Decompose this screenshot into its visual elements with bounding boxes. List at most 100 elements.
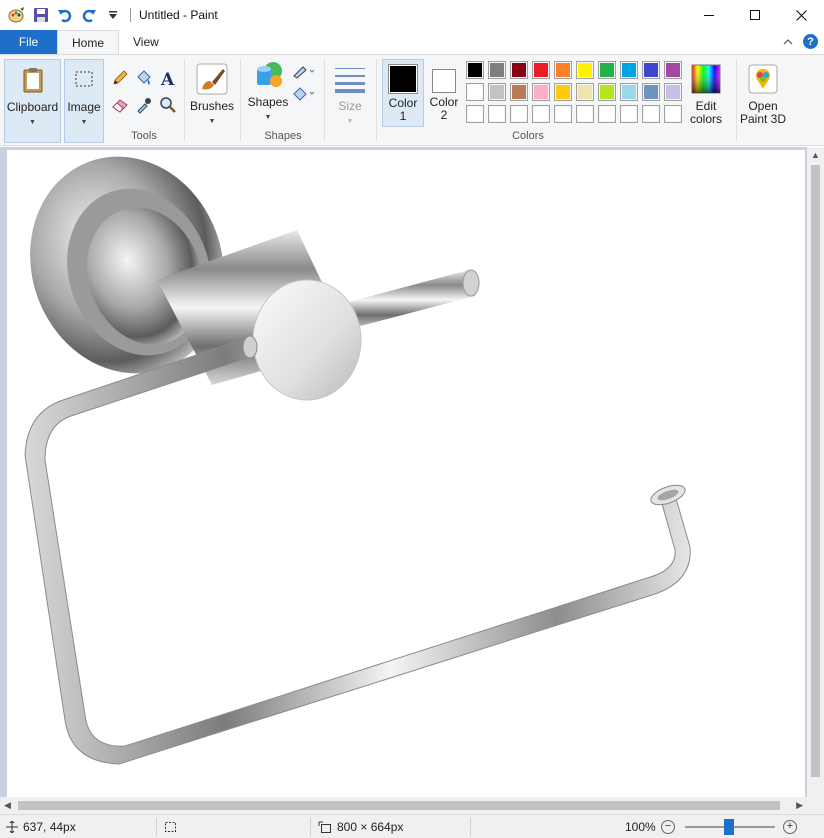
color2-button[interactable]: Color 2 [426, 59, 462, 127]
palette-swatch-color [644, 107, 658, 121]
palette-swatch[interactable] [620, 105, 638, 123]
shape-fill-icon[interactable] [290, 83, 318, 103]
close-icon [795, 9, 807, 21]
zoom-in-button[interactable]: + [783, 820, 797, 834]
palette-swatch[interactable] [466, 83, 484, 101]
color-picker-icon[interactable] [134, 95, 154, 115]
redo-icon[interactable] [78, 4, 100, 26]
palette-swatch[interactable] [598, 105, 616, 123]
palette-swatch[interactable] [664, 105, 682, 123]
minimize-button[interactable] [686, 0, 732, 30]
color1-swatch-frame [388, 64, 418, 94]
palette-swatch[interactable] [510, 61, 528, 79]
palette-swatch[interactable] [532, 105, 550, 123]
palette-swatch[interactable] [554, 105, 572, 123]
vertical-scrollbar[interactable]: ▲ [807, 147, 824, 797]
zoom-slider-thumb[interactable] [724, 819, 734, 835]
fill-bucket-icon[interactable] [134, 68, 154, 88]
image-label: Image [67, 100, 101, 114]
outline-icon[interactable] [290, 61, 318, 81]
customize-qat-chevron-icon[interactable] [102, 4, 124, 26]
help-icon[interactable]: ? [803, 34, 818, 49]
shapes-button[interactable]: Shapes ▼ [246, 55, 290, 124]
workspace: ▲ ◀ ▶ [0, 147, 824, 814]
tab-view[interactable]: View [119, 30, 173, 54]
close-button[interactable] [778, 0, 824, 30]
clipboard-label: Clipboard [6, 100, 59, 114]
palette-swatch-color [534, 107, 548, 121]
edit-colors-button[interactable]: Edit colors [684, 59, 728, 126]
palette-swatch[interactable] [620, 83, 638, 101]
palette-swatch[interactable] [664, 83, 682, 101]
palette-swatch-color [468, 63, 482, 77]
eraser-icon[interactable] [110, 95, 130, 115]
palette-swatch-color [490, 85, 504, 99]
shapes-group: Shapes ▼ Shapes [242, 55, 324, 145]
group-separator [736, 59, 737, 141]
palette-swatch[interactable] [620, 61, 638, 79]
paint-app-icon[interactable] [6, 4, 28, 26]
palette-swatch-color [468, 107, 482, 121]
palette-swatch[interactable] [510, 105, 528, 123]
tab-file[interactable]: File [0, 30, 57, 54]
palette-swatch[interactable] [598, 61, 616, 79]
palette-swatch-color [490, 107, 504, 121]
palette-swatch-color [556, 85, 570, 99]
palette-swatch[interactable] [554, 83, 572, 101]
tools-group: A Tools [104, 55, 184, 145]
palette-swatch-color [622, 85, 636, 99]
crosshair-icon [6, 821, 18, 833]
collapse-ribbon-icon[interactable] [783, 38, 793, 46]
open3d-label-line2: Paint 3D [739, 112, 787, 126]
maximize-button[interactable] [732, 0, 778, 30]
image-button[interactable]: Image ▼ [64, 59, 104, 143]
palette-swatch-color [556, 63, 570, 77]
drawing-canvas[interactable] [7, 150, 805, 797]
vertical-scroll-thumb[interactable] [811, 165, 820, 777]
scroll-left-icon[interactable]: ◀ [4, 800, 11, 811]
palette-swatch[interactable] [642, 83, 660, 101]
palette-swatch[interactable] [576, 61, 594, 79]
palette-swatch-color [534, 85, 548, 99]
color1-button[interactable]: Color 1 [382, 59, 424, 127]
palette-swatch[interactable] [642, 61, 660, 79]
palette-swatch[interactable] [664, 61, 682, 79]
palette-swatch[interactable] [466, 61, 484, 79]
clipboard-button[interactable]: Clipboard ▼ [4, 59, 61, 143]
palette-swatch[interactable] [488, 105, 506, 123]
selection-icon [165, 822, 176, 832]
tab-home[interactable]: Home [57, 30, 120, 55]
horizontal-scrollbar[interactable]: ◀ ▶ [0, 797, 807, 814]
undo-icon[interactable] [54, 4, 76, 26]
palette-swatch-color [512, 63, 526, 77]
palette-swatch[interactable] [532, 83, 550, 101]
color1-label-line2: 1 [399, 109, 407, 123]
palette-swatch[interactable] [576, 83, 594, 101]
magnifier-icon[interactable] [158, 95, 178, 115]
palette-swatch[interactable] [466, 105, 484, 123]
scroll-up-icon[interactable]: ▲ [811, 150, 820, 160]
palette-swatch[interactable] [532, 61, 550, 79]
palette-swatch[interactable] [488, 61, 506, 79]
pencil-icon[interactable] [110, 68, 130, 88]
palette-swatch-color [490, 63, 504, 77]
palette-swatch[interactable] [554, 61, 572, 79]
palette-swatch[interactable] [576, 105, 594, 123]
save-icon[interactable] [30, 4, 52, 26]
open-paint3d-button[interactable]: Open Paint 3D [738, 59, 788, 126]
svg-text:A: A [160, 70, 175, 87]
status-separator [310, 818, 311, 836]
zoom-out-button[interactable]: − [661, 820, 675, 834]
palette-swatch[interactable] [642, 105, 660, 123]
palette-swatch[interactable] [510, 83, 528, 101]
text-tool-icon[interactable]: A [158, 68, 178, 88]
horizontal-scroll-thumb[interactable] [18, 801, 780, 810]
image-size-text: 800 × 664px [337, 820, 404, 834]
zoom-level: 100% [625, 815, 656, 838]
palette-swatch[interactable] [488, 83, 506, 101]
brushes-button[interactable]: Brushes ▼ [188, 59, 236, 128]
size-button[interactable]: Size ▼ [328, 59, 372, 128]
shapes-group-label: Shapes [264, 130, 302, 142]
scroll-right-icon[interactable]: ▶ [796, 800, 803, 811]
palette-swatch[interactable] [598, 83, 616, 101]
